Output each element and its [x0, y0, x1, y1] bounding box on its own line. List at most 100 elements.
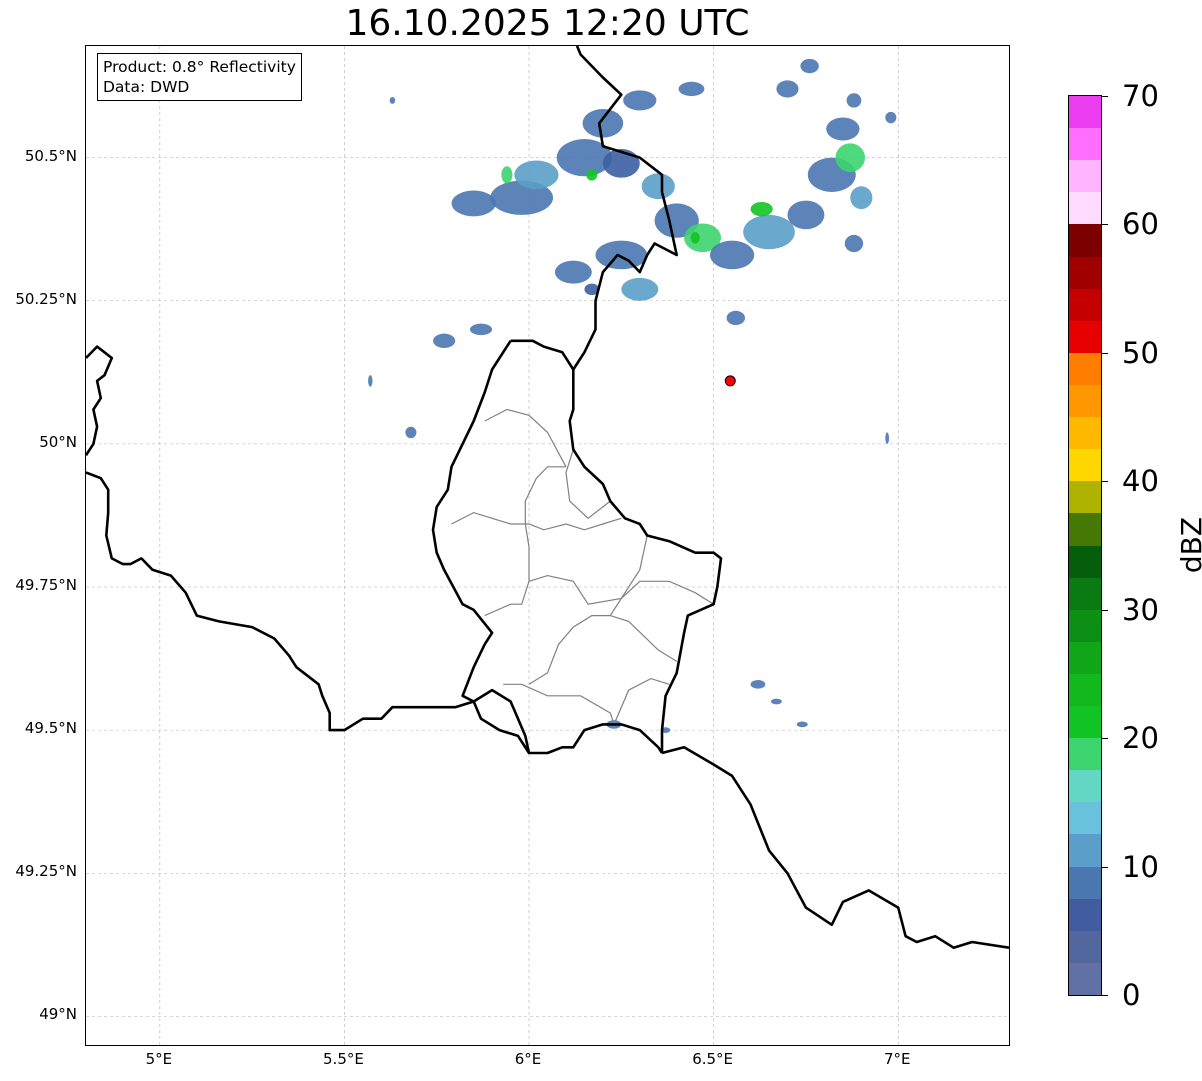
colorbar-segment [1069, 512, 1101, 546]
district-border [451, 511, 622, 531]
colorbar-segment [1069, 159, 1101, 193]
colorbar-tick [1102, 352, 1108, 354]
colorbar-tick-label: 0 [1122, 978, 1141, 1012]
lon-tick-label: 6°E [514, 1050, 542, 1068]
lat-tick-label: 50.5°N [24, 146, 77, 165]
colorbar-tick [1102, 995, 1108, 996]
echo-cell [451, 190, 496, 217]
echo-cell [885, 432, 890, 444]
echo-cell [709, 240, 755, 270]
colorbar-segment [1069, 191, 1101, 225]
lon-tick-label: 7°E [883, 1050, 911, 1068]
lat-tick-label: 49.75°N [15, 576, 77, 594]
echo-cell [405, 426, 417, 439]
district-border [528, 615, 678, 685]
colorbar-segment [1069, 609, 1101, 642]
colorbar-tick-label: 20 [1122, 721, 1159, 756]
map-title: 16.10.2025 12:20 UTC [345, 3, 750, 44]
colorbar-tick-label: 10 [1122, 849, 1159, 884]
country-border [86, 345, 114, 457]
colorbar-tick-label: 40 [1122, 464, 1159, 499]
echo-cell [514, 160, 559, 190]
echo-cell [885, 111, 897, 124]
echo-cell [678, 81, 705, 97]
echo-cell [368, 375, 373, 387]
colorbar-tick-label: 70 [1122, 79, 1159, 113]
colorbar-tick-label: 60 [1122, 207, 1159, 242]
colorbar-segment [1069, 673, 1101, 707]
colorbar-segment [1069, 352, 1101, 385]
echo-cell [582, 108, 624, 138]
echo-cell [602, 149, 640, 178]
colorbar-segment [1069, 737, 1101, 771]
echo-cell [770, 698, 782, 705]
colorbar-segment [1069, 96, 1101, 129]
echo-cell [621, 277, 659, 301]
echo-cell [846, 93, 862, 108]
colorbar-segment [1069, 320, 1101, 353]
echo-cell [586, 169, 598, 181]
lat-tick-label: 49.5°N [24, 719, 77, 738]
echo-cell [796, 721, 808, 728]
lat-tick-label: 49.25°N [15, 862, 77, 881]
product-info-box: Product: 0.8° Reflectivity Data: DWD [97, 53, 302, 101]
country-border [431, 340, 531, 754]
lon-tick-label: 5°E [145, 1050, 173, 1068]
product-label: Product: 0.8° Reflectivity [103, 58, 296, 76]
echo-cell [844, 234, 864, 253]
lon-tick-label: 6.5°E [692, 1050, 734, 1068]
colorbar-segment [1069, 448, 1101, 482]
radar-map[interactable] [85, 45, 1010, 1046]
colorbar-segment [1069, 641, 1101, 674]
colorbar-segment [1069, 127, 1101, 161]
district-border [484, 408, 567, 468]
echo-cell [595, 240, 648, 270]
colorbar-tick [1102, 224, 1108, 226]
district-border [503, 683, 615, 725]
colorbar-segment [1069, 577, 1101, 610]
colorbar-segment [1069, 544, 1101, 578]
district-border [484, 466, 566, 617]
colorbar-segment [1069, 223, 1101, 257]
country-border [572, 46, 678, 371]
echo-cell [641, 173, 675, 200]
echo-cell [469, 323, 493, 336]
colorbar-tick-label: 30 [1122, 592, 1159, 627]
colorbar-segment [1069, 705, 1101, 739]
echo-cell [750, 202, 773, 217]
echo-cell [690, 232, 700, 244]
colorbar-segment [1069, 962, 1101, 995]
colorbar [1068, 95, 1102, 996]
colorbar-tick [1102, 96, 1108, 97]
echo-cell [554, 260, 592, 284]
colorbar-segment [1069, 801, 1101, 835]
radar-map-canvas [86, 46, 1009, 1045]
data-source-label: Data: DWD [103, 78, 190, 96]
colorbar-tick [1102, 609, 1108, 611]
echo-cell [433, 333, 456, 348]
colorbar-segment [1069, 865, 1101, 899]
echo-cell [800, 58, 819, 74]
lat-tick-label: 49°N [39, 1005, 77, 1024]
country-border [86, 471, 664, 755]
colorbar-unit-label: dBZ [1175, 516, 1202, 574]
echo-cell [750, 680, 766, 689]
colorbar-tick-label: 50 [1122, 335, 1159, 370]
echo-cell [776, 80, 799, 98]
colorbar-segment [1069, 480, 1101, 514]
colorbar-segment [1069, 898, 1101, 931]
colorbar-tick [1102, 481, 1108, 483]
radar-site-dot [724, 375, 736, 387]
country-border [510, 339, 723, 753]
colorbar-tick [1102, 866, 1108, 868]
district-border [609, 535, 648, 616]
reflectivity-echoes [368, 58, 897, 733]
echo-cell [835, 143, 866, 172]
lat-tick-label: 50°N [39, 432, 77, 451]
echo-cell [623, 90, 657, 111]
radar-site-marker [724, 375, 736, 387]
echo-cell [787, 200, 825, 230]
district-border [528, 574, 714, 605]
colorbar-segment [1069, 288, 1101, 321]
lon-tick-label: 5.5°E [323, 1050, 364, 1068]
